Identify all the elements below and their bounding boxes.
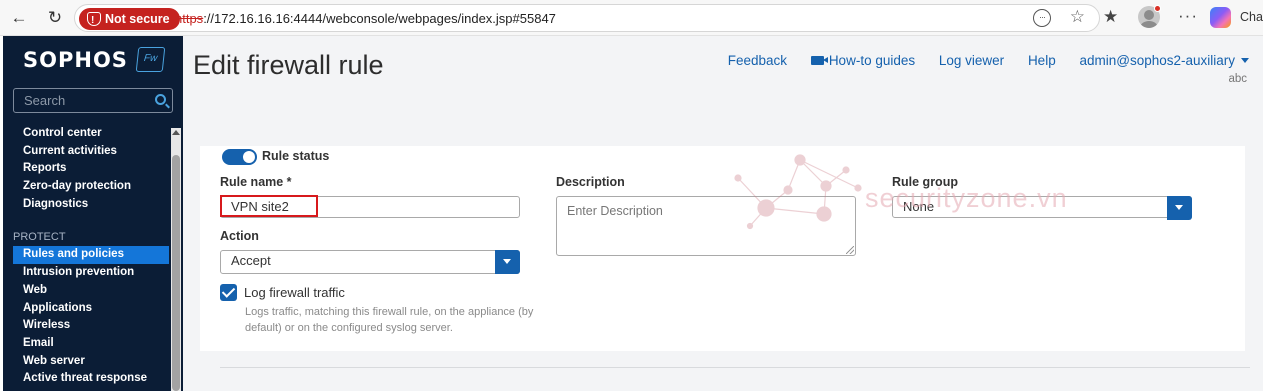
warning-shield-icon	[87, 10, 101, 32]
sidebar-item-active-threat-response[interactable]: Active threat response	[3, 370, 169, 388]
security-label: Not secure	[105, 12, 170, 26]
video-camera-icon	[810, 56, 828, 65]
description-placeholder: Enter Description	[567, 204, 663, 218]
feedback-link[interactable]: Feedback	[728, 53, 787, 68]
sidebar-section-protect: PROTECT	[13, 231, 66, 244]
rule-name-label: Rule name *	[220, 175, 292, 189]
sidebar-item-control-center[interactable]: Control center	[3, 125, 169, 143]
description-label: Description	[556, 175, 625, 189]
search-placeholder: Search	[24, 93, 66, 108]
section-divider	[220, 367, 1250, 368]
sidebar-scrollbar[interactable]	[171, 128, 181, 391]
sidebar-item-reports[interactable]: Reports	[3, 160, 169, 178]
search-icon[interactable]	[155, 94, 166, 105]
sidebar-item-email[interactable]: Email	[3, 335, 169, 353]
sidebar-search-input[interactable]: Search	[13, 88, 173, 113]
browser-toolbar: ← ↻ Not secure https://172.16.16.16:4444…	[0, 0, 1263, 36]
rule-status-toggle[interactable]	[222, 149, 257, 165]
action-dropdown-icon[interactable]	[495, 250, 520, 274]
notification-dot	[1154, 5, 1161, 12]
header-links: Feedback How-to guides Log viewer Help a…	[708, 53, 1249, 68]
page-options-icon[interactable]: ···	[1033, 9, 1051, 27]
url-path: ://172.16.16.16:4444/webconsole/webpages…	[203, 11, 556, 26]
sidebar-item-web[interactable]: Web	[3, 282, 169, 300]
sidebar-item-intrusion-prevention[interactable]: Intrusion prevention	[3, 264, 169, 282]
user-menu-label: admin@sophos2-auxiliary	[1079, 53, 1235, 68]
sidebar-item-applications[interactable]: Applications	[3, 300, 169, 318]
more-menu-icon[interactable]: ···	[1178, 6, 1198, 26]
sidebar-item-current-activities[interactable]: Current activities	[3, 143, 169, 161]
sidebar-item-rules-and-policies[interactable]: Rules and policies	[13, 246, 169, 265]
action-value: Accept	[231, 253, 271, 268]
log-traffic-label[interactable]: Log firewall traffic	[244, 285, 345, 300]
howto-guides-label: How-to guides	[828, 53, 916, 68]
url-text[interactable]: https://172.16.16.16:4444/webconsole/web…	[175, 11, 556, 26]
log-viewer-link[interactable]: Log viewer	[939, 53, 1004, 68]
page-title: Edit firewall rule	[193, 50, 384, 80]
rule-name-highlight-box	[220, 195, 318, 217]
rule-group-dropdown-icon[interactable]	[1167, 196, 1192, 220]
howto-guides-link[interactable]: How-to guides	[810, 53, 916, 68]
address-bar[interactable]: Not secure https://172.16.16.16:4444/web…	[74, 4, 1100, 32]
sophos-logo[interactable]: SOPHOS	[23, 48, 128, 72]
scrollbar-thumb[interactable]	[172, 155, 180, 391]
favorites-icon[interactable]: ★	[1103, 7, 1118, 27]
action-select[interactable]: Accept	[220, 250, 520, 274]
sidebar-item-web-server[interactable]: Web server	[3, 353, 169, 371]
log-traffic-help-text: Logs traffic, matching this firewall rul…	[245, 306, 534, 334]
main-content: Edit firewall rule Feedback How-to guide…	[183, 36, 1263, 391]
resize-grip-icon[interactable]	[846, 246, 854, 254]
description-textarea[interactable]: Enter Description	[556, 196, 856, 256]
sidebar-item-wireless[interactable]: Wireless	[3, 317, 169, 335]
firewall-badge-icon: Fw	[135, 47, 166, 72]
sidebar-item-zero-day-protection[interactable]: Zero-day protection	[3, 178, 169, 196]
sidebar-item-diagnostics[interactable]: Diagnostics	[3, 196, 169, 214]
sidebar: SOPHOS Fw Search Control center Current …	[3, 36, 183, 391]
scroll-up-arrow-icon[interactable]	[172, 130, 180, 135]
sidebar-menu: Control center Current activities Report…	[3, 125, 169, 388]
watermark-text: securityzone.vn	[865, 183, 1068, 213]
url-scheme: https	[175, 11, 204, 26]
sub-user-label: abc	[1228, 73, 1247, 85]
user-menu[interactable]: admin@sophos2-auxiliary	[1079, 53, 1249, 68]
action-label: Action	[220, 229, 259, 243]
chevron-down-icon	[1241, 58, 1249, 63]
copilot-icon[interactable]	[1210, 7, 1231, 28]
help-link[interactable]: Help	[1028, 53, 1056, 68]
rule-status-label: Rule status	[262, 149, 330, 163]
log-traffic-checkbox[interactable]	[220, 284, 237, 301]
rule-form-card: Rule status Rule name * VPN site2 Descri…	[200, 146, 1245, 351]
bookmark-star-icon[interactable]: ☆	[1070, 7, 1085, 27]
reload-icon[interactable]: ↻	[45, 8, 65, 28]
copilot-chat-label[interactable]: Chat	[1240, 10, 1263, 24]
security-badge[interactable]: Not secure	[79, 8, 180, 32]
back-arrow-icon[interactable]: ←	[9, 8, 29, 28]
